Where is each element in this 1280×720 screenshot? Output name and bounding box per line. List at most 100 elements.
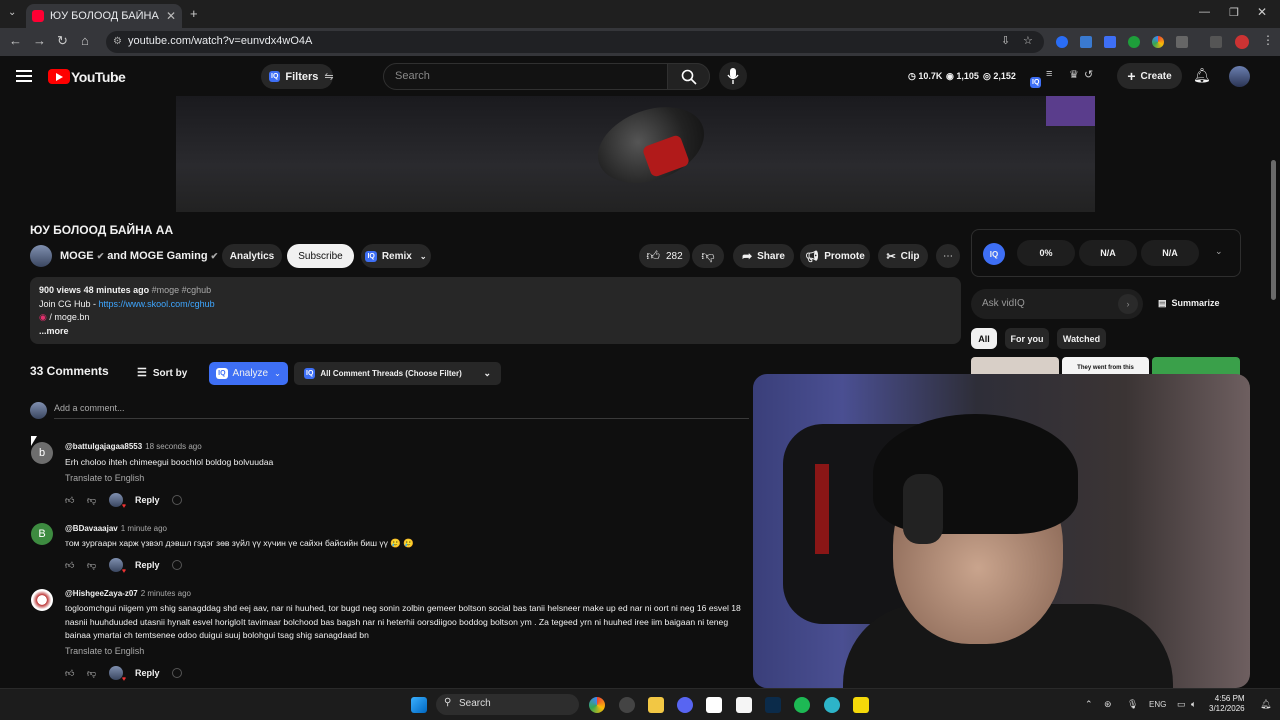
close-window-icon[interactable]: ✕ — [1257, 5, 1267, 19]
chip-watched[interactable]: Watched — [1057, 328, 1106, 349]
show-more-link[interactable]: ...more — [39, 325, 952, 339]
back-icon[interactable]: ← — [9, 33, 22, 48]
profile-icon[interactable] — [1235, 35, 1249, 49]
thumbs-up-icon[interactable]: 👍︎ — [65, 495, 77, 506]
reply-button[interactable]: Reply — [135, 495, 160, 505]
send-arrow-icon[interactable]: › — [1118, 294, 1138, 314]
reload-icon[interactable]: ↻ — [57, 33, 68, 49]
vidiq-menu-icon[interactable]: ≡ — [1046, 68, 1052, 80]
vidiq-comment-icon[interactable] — [171, 668, 182, 678]
file-explorer-icon[interactable] — [648, 697, 664, 713]
reply-button[interactable]: Reply — [135, 668, 160, 678]
address-bar[interactable]: ⚙ youtube.com/watch?v=eunvdx4wO4A ⇩ ☆ — [106, 31, 1044, 53]
thumbs-down-icon[interactable]: 👎︎ — [87, 560, 99, 571]
creator-heart-icon[interactable] — [109, 493, 126, 510]
vidiq-logo-icon[interactable]: IQ — [983, 243, 1005, 265]
ask-vidiq-input[interactable]: Ask vidIQ › — [971, 289, 1143, 319]
windows-start-icon[interactable] — [411, 697, 427, 713]
extension-icon[interactable] — [1056, 36, 1068, 48]
comment-time[interactable]: 18 seconds ago — [145, 442, 202, 451]
thumbs-down-icon[interactable]: 👎︎ — [87, 495, 99, 506]
browser-menu-icon[interactable]: ⋮ — [1262, 33, 1274, 47]
site-info-icon[interactable]: ⚙ — [113, 36, 122, 47]
language-indicator[interactable]: ENG — [1149, 700, 1166, 709]
notification-icon[interactable]: 🔔︎ — [1260, 699, 1271, 710]
comment-author[interactable]: @battulgajagaa8553 18 seconds ago — [65, 442, 202, 451]
comment-avatar[interactable] — [31, 589, 53, 611]
promote-button[interactable]: 📢︎ Promote — [800, 244, 870, 268]
install-icon[interactable]: ⇩ — [1001, 34, 1010, 47]
photoshop-icon[interactable] — [765, 697, 781, 713]
video-description[interactable]: 900 views 48 minutes ago #moge #cghub Jo… — [30, 277, 961, 344]
vidiq-comment-icon[interactable] — [171, 495, 182, 505]
close-tab-icon[interactable]: ✕ — [166, 9, 176, 23]
create-button[interactable]: + Create — [1117, 63, 1182, 89]
chevron-up-icon[interactable]: ⌃ — [1085, 699, 1093, 710]
forward-icon[interactable]: → — [33, 33, 46, 48]
dislike-button[interactable]: 👎︎ — [692, 244, 724, 268]
reply-button[interactable]: Reply — [135, 560, 160, 570]
related-video-thumbnail[interactable] — [971, 357, 1059, 375]
capcut-icon[interactable] — [706, 697, 722, 713]
vidiq-refresh-icon[interactable]: ↺ — [1084, 68, 1093, 81]
volume-icon[interactable]: 🔈︎ — [1191, 699, 1196, 710]
summarize-button[interactable]: ▤ Summarize — [1158, 298, 1220, 309]
channel-avatar[interactable] — [30, 245, 52, 267]
thumbs-down-icon[interactable]: 👎︎ — [87, 668, 99, 679]
vidiq-comment-icon[interactable] — [171, 560, 182, 570]
network-icon[interactable]: ⊛ — [1104, 699, 1112, 710]
analytics-button[interactable]: Analytics — [222, 244, 282, 268]
translate-link[interactable]: Translate to English — [65, 473, 144, 483]
obs-icon[interactable] — [619, 697, 635, 713]
vidiq-trophy-icon[interactable]: ♛ — [1069, 68, 1079, 81]
tab-list-icon[interactable]: ⌄ — [8, 7, 16, 18]
home-icon[interactable]: ⌂ — [81, 33, 89, 48]
more-actions-button[interactable]: ⋯ — [936, 244, 960, 268]
creator-heart-icon[interactable] — [109, 558, 126, 575]
like-button[interactable]: 👍︎ 282 — [639, 244, 690, 268]
spotify-icon[interactable] — [794, 697, 810, 713]
chip-for-you[interactable]: For you — [1005, 328, 1049, 349]
comment-time[interactable]: 2 minutes ago — [141, 589, 191, 598]
channel-name-2[interactable]: MOGE Gaming — [130, 250, 208, 262]
hashtags[interactable]: #moge #cghub — [152, 285, 212, 295]
youtube-logo-icon[interactable] — [48, 69, 70, 84]
extension-icon[interactable] — [1080, 36, 1092, 48]
download-extension-icon[interactable] — [1128, 36, 1140, 48]
comment-author[interactable]: @HishgeeZaya-z07 2 minutes ago — [65, 589, 191, 598]
filters-button[interactable]: IQ Filters ⇋ — [261, 64, 334, 89]
reading-list-icon[interactable] — [1210, 36, 1222, 48]
related-video-thumbnail[interactable] — [1152, 357, 1240, 375]
sticky-notes-icon[interactable] — [853, 697, 869, 713]
channel-name[interactable]: MOGE — [60, 250, 94, 262]
subscribe-button[interactable]: Subscribe — [287, 244, 354, 268]
instagram-line[interactable]: ◉ / moge.bn — [39, 311, 952, 325]
taskbar-search[interactable]: ⚲ Search — [436, 694, 579, 715]
wifi-icon[interactable]: ▭ — [1177, 699, 1186, 710]
chevron-down-icon[interactable]: ⌄ — [1215, 246, 1223, 257]
author-handle[interactable]: @battulgajagaa8553 — [65, 442, 142, 451]
translate-link[interactable]: Translate to English — [65, 646, 144, 656]
thumbs-up-icon[interactable]: 👍︎ — [65, 668, 77, 679]
search-button[interactable] — [667, 63, 710, 90]
comment-avatar[interactable]: B — [31, 523, 53, 545]
cghub-link[interactable]: https://www.skool.com/cghub — [99, 299, 215, 309]
chip-all[interactable]: All — [971, 328, 997, 349]
discord-icon[interactable] — [677, 697, 693, 713]
search-input[interactable]: Search — [383, 63, 710, 90]
add-comment-input[interactable]: Add a comment... — [54, 403, 125, 413]
instagram-handle[interactable]: / moge.bn — [49, 312, 89, 322]
mic-icon[interactable]: 🎙︎ — [1127, 699, 1138, 710]
chrome-icon[interactable] — [589, 697, 605, 713]
vidiq-icon[interactable]: IQ — [1030, 71, 1046, 89]
comment-author[interactable]: @BDavaaajav 1 minute ago — [65, 524, 167, 533]
minimize-icon[interactable]: — — [1199, 6, 1210, 18]
analyze-button[interactable]: IQ Analyze ⌄ — [209, 362, 288, 385]
clip-button[interactable]: ✂ Clip — [878, 244, 928, 268]
youtube-logo-text[interactable]: YouTube — [71, 69, 126, 85]
thumbs-up-icon[interactable]: 👍︎ — [65, 560, 77, 571]
sort-by-button[interactable]: ☰ Sort by — [137, 366, 187, 379]
browser-tab[interactable]: ЮУ БОЛООД БАЙНА АА - You ✕ — [26, 4, 182, 28]
puzzle-extensions-icon[interactable] — [1176, 36, 1188, 48]
notifications-bell-icon[interactable]: 🔔︎ — [1193, 67, 1211, 84]
